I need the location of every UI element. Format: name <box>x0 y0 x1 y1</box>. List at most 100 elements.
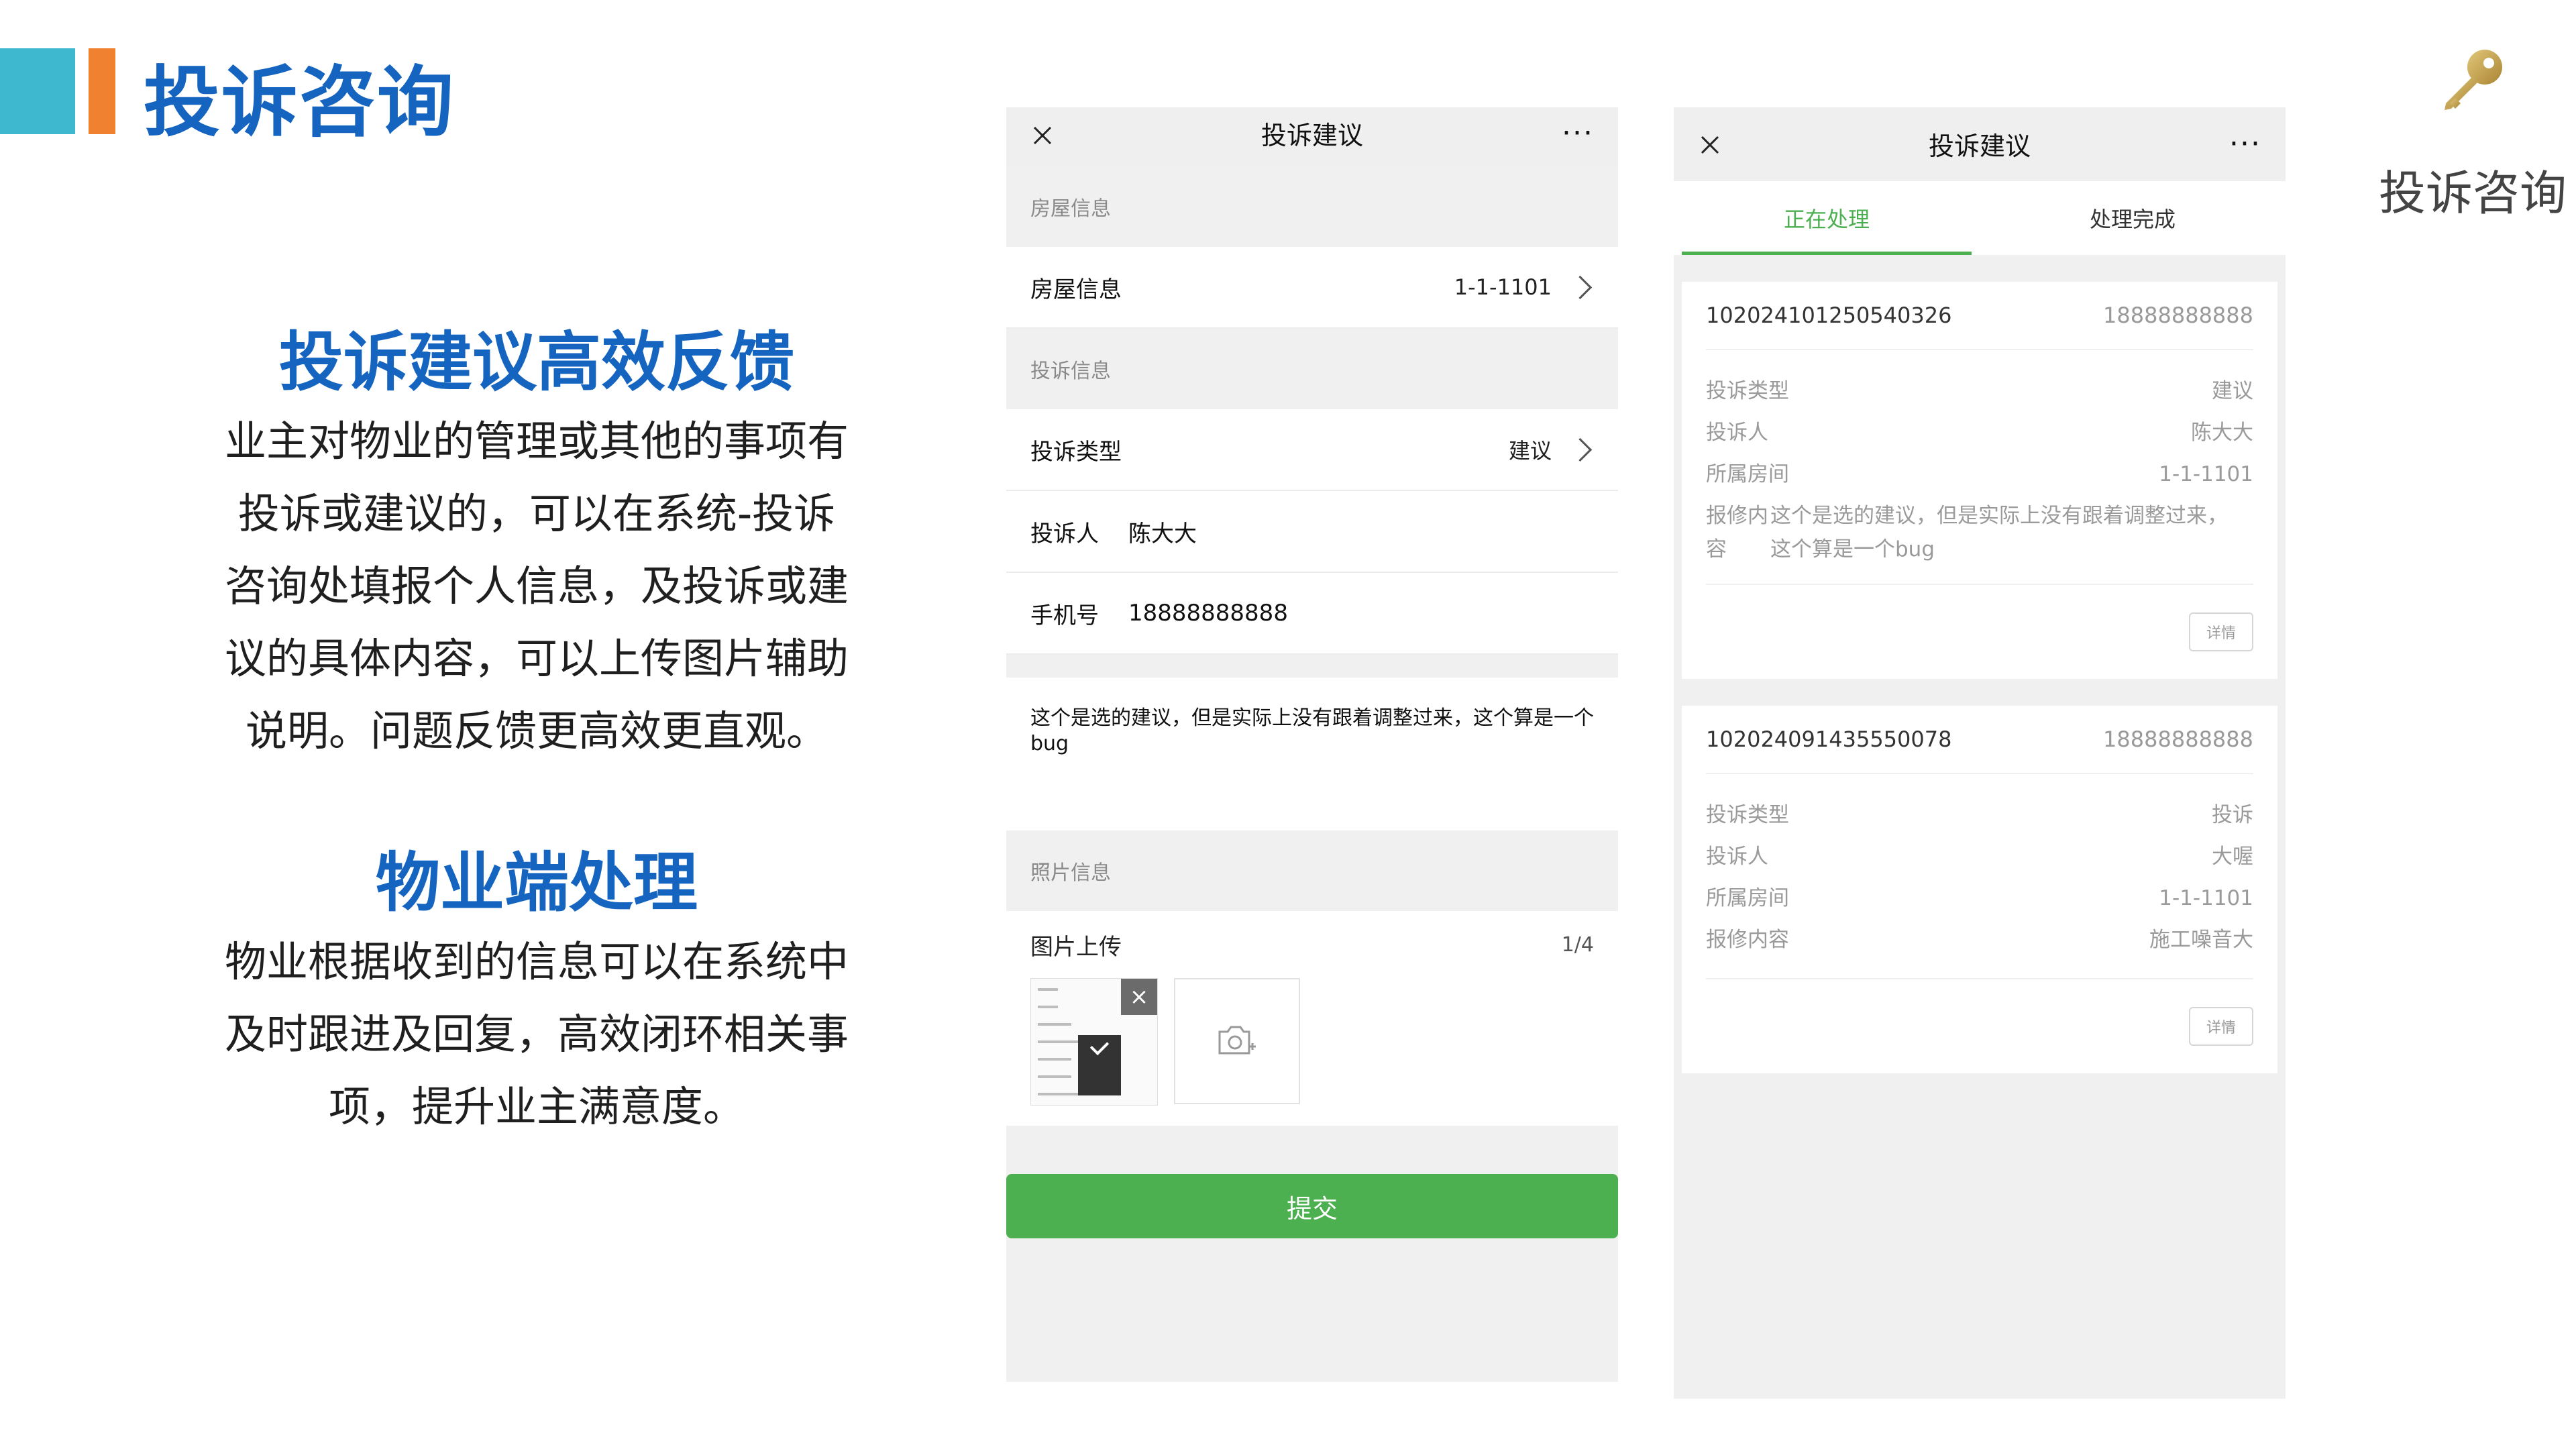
more-icon[interactable]: ··· <box>2229 127 2261 161</box>
section2-line: 项，提升业主满意度。 <box>328 1082 745 1131</box>
section1-body: 业主对物业的管理或其他的事项有 投诉或建议的，可以在系统-投诉 咨询处填报个人信… <box>161 405 912 767</box>
complainant-label: 投诉人 <box>1030 520 1099 547</box>
complaint-phone: 18888888888 <box>2103 727 2253 752</box>
content-label-line: 报修内 <box>1706 504 1768 528</box>
content-value: 这个是选的建议，但是实际上没有跟着调整过来， 这个算是一个bug <box>1770 499 2228 566</box>
complainant-input[interactable]: 陈大大 <box>1128 515 1197 548</box>
content-label: 报修内容 <box>1706 928 1789 952</box>
thumb-line <box>1038 988 1058 991</box>
list-title: 投诉建议 <box>1928 131 2031 161</box>
side-label: 投诉咨询 <box>2379 166 2567 221</box>
list-topbar: 投诉建议 ··· <box>1674 107 2286 181</box>
status-tabs: 正在处理 处理完成 <box>1674 181 2286 255</box>
tab-completed[interactable]: 处理完成 <box>1980 181 2286 255</box>
complaint-card[interactable]: 102024101250540326 18888888888 投诉类型 建议 投… <box>1682 282 2277 679</box>
more-icon[interactable]: ··· <box>1562 117 1594 150</box>
chevron-right-icon <box>1568 437 1593 462</box>
person-label: 投诉人 <box>1706 421 1768 445</box>
phone-input[interactable]: 18888888888 <box>1128 600 1288 627</box>
section2-line: 物业根据收到的信息可以在系统中 <box>224 937 849 986</box>
form-topbar: 投诉建议 ··· <box>1006 107 1618 166</box>
section2-title: 物业端处理 <box>376 845 698 920</box>
card-header: 102024101250540326 18888888888 <box>1706 282 2253 350</box>
content-label-line: 容 <box>1706 537 1727 561</box>
room-label: 所属房间 <box>1706 886 1789 910</box>
phone-label: 手机号 <box>1030 602 1099 629</box>
room-value: 1-1-1101 <box>2159 886 2253 910</box>
active-tab-indicator <box>1682 252 1972 255</box>
tab-processing[interactable]: 正在处理 <box>1674 181 1980 255</box>
person-label: 投诉人 <box>1706 845 1768 869</box>
type-label: 投诉类型 <box>1706 379 1789 403</box>
type-row: 投诉类型 建议 <box>1706 370 2253 412</box>
thumb-line <box>1038 1023 1071 1026</box>
complaint-phone: 18888888888 <box>2103 303 2253 328</box>
complaint-content-textarea[interactable]: 这个是选的建议，但是实际上没有跟着调整过来，这个算是一个bug <box>1006 678 1618 830</box>
person-row: 投诉人 陈大大 <box>1706 412 2253 453</box>
section2-line: 及时跟进及回复，高效闭环相关事 <box>224 1010 849 1059</box>
complaint-form-screen: 投诉建议 ··· 房屋信息 房屋信息 1-1-1101 投诉信息 投诉类型 建议… <box>1006 107 1618 1382</box>
room-row: 所属房间 1-1-1101 <box>1706 453 2253 495</box>
photo-upload-label: 图片上传 <box>1030 933 1122 961</box>
room-row: 所属房间 1-1-1101 <box>1706 877 2253 919</box>
card-footer: 详情 <box>1706 978 2253 1073</box>
section2-body: 物业根据收到的信息可以在系统中 及时跟进及回复，高效闭环相关事 项，提升业主满意… <box>161 926 912 1143</box>
content-value-line: 这个算是一个bug <box>1770 537 1935 561</box>
add-photo-button[interactable] <box>1174 978 1300 1104</box>
camera-plus-icon <box>1218 1026 1256 1055</box>
form-title: 投诉建议 <box>1260 121 1363 150</box>
chevron-right-icon <box>1568 275 1593 299</box>
content-value-line: 这个是选的建议，但是实际上没有跟着调整过来， <box>1770 504 2228 528</box>
person-value: 陈大大 <box>2191 421 2253 445</box>
type-value: 投诉 <box>2212 803 2253 827</box>
room-value: 1-1-1101 <box>2159 462 2253 486</box>
section1-line: 业主对物业的管理或其他的事项有 <box>224 417 849 466</box>
type-row: 投诉类型 投诉 <box>1706 794 2253 836</box>
header-accent-cyan <box>0 48 75 134</box>
section1-line: 说明。问题反馈更高效更直观。 <box>245 706 828 755</box>
house-info-row[interactable]: 房屋信息 1-1-1101 <box>1006 247 1618 329</box>
house-info-value: 1-1-1101 <box>1454 274 1552 300</box>
photo-upload-count: 1/4 <box>1561 932 1594 957</box>
complaint-type-label: 投诉类型 <box>1030 438 1122 466</box>
house-info-label: 房屋信息 <box>1030 276 1122 303</box>
page-title: 投诉咨询 <box>144 58 455 147</box>
room-label: 所属房间 <box>1706 462 1789 486</box>
complaint-id: 102024091435550078 <box>1706 727 1952 752</box>
card-footer: 详情 <box>1706 584 2253 679</box>
person-row: 投诉人 大喔 <box>1706 836 2253 877</box>
key-icon <box>2445 50 2502 110</box>
content-row: 报修内容 施工噪音大 <box>1706 919 2253 961</box>
complaint-type-value: 建议 <box>1508 438 1552 464</box>
photo-thumbnail[interactable]: × <box>1030 978 1158 1106</box>
group-label-house: 房屋信息 <box>1030 197 1111 221</box>
section1-line: 议的具体内容，可以上传图片辅助 <box>224 634 849 683</box>
content-label: 报修内 容 <box>1706 499 1770 566</box>
complaint-list-screen: 投诉建议 ··· 正在处理 处理完成 102024101250540326 18… <box>1674 107 2286 1399</box>
photo-upload-header: 图片上传 1/4 <box>1006 911 1618 978</box>
type-label: 投诉类型 <box>1706 803 1789 827</box>
content-value: 施工噪音大 <box>2149 928 2253 952</box>
complaint-id: 102024101250540326 <box>1706 303 1952 328</box>
group-label-photo: 照片信息 <box>1030 861 1111 885</box>
complainant-row[interactable]: 投诉人 陈大大 <box>1006 491 1618 573</box>
submit-button[interactable]: 提交 <box>1006 1174 1618 1238</box>
thumb-line <box>1038 1006 1058 1008</box>
photo-list: × <box>1006 978 1618 1126</box>
check-icon <box>1078 1035 1121 1095</box>
complaint-type-row[interactable]: 投诉类型 建议 <box>1006 409 1618 491</box>
complaint-card[interactable]: 102024091435550078 18888888888 投诉类型 投诉 投… <box>1682 706 2277 1073</box>
person-value: 大喔 <box>2212 845 2253 869</box>
card-header: 102024091435550078 18888888888 <box>1706 706 2253 774</box>
phone-row[interactable]: 手机号 18888888888 <box>1006 573 1618 655</box>
section1-line: 咨询处填报个人信息，及投诉或建 <box>224 561 849 610</box>
section1-title: 投诉建议高效反馈 <box>279 325 794 400</box>
content-row: 报修内 容 这个是选的建议，但是实际上没有跟着调整过来， 这个算是一个bug <box>1706 495 2253 566</box>
type-value: 建议 <box>2212 379 2253 403</box>
detail-button[interactable]: 详情 <box>2189 612 2253 651</box>
header-accent-orange <box>89 48 115 134</box>
remove-photo-icon[interactable]: × <box>1121 979 1157 1015</box>
group-label-complaint: 投诉信息 <box>1030 360 1111 383</box>
detail-button[interactable]: 详情 <box>2189 1007 2253 1046</box>
